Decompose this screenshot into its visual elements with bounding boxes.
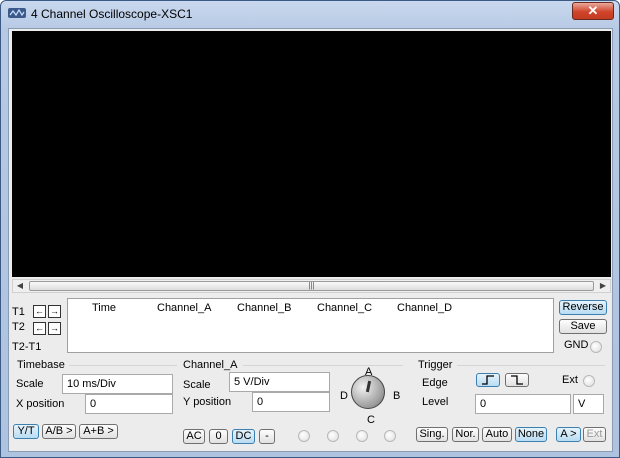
coupling-zero-button[interactable]: 0 (209, 429, 228, 444)
falling-edge-icon (511, 375, 523, 385)
scroll-right-icon[interactable]: ▶ (596, 280, 610, 292)
horizontal-scrollbar[interactable]: ◀ ||| ▶ (12, 279, 611, 293)
knob-label-d: D (340, 390, 348, 402)
y-position-label: Y position (183, 396, 232, 408)
readout-column-channel-b: Channel_B (237, 302, 292, 314)
scrollbar-thumb[interactable]: ||| (29, 281, 594, 291)
trigger-normal-button[interactable]: Nor. (452, 427, 479, 442)
x-position-field[interactable]: 0 (85, 394, 173, 414)
readout-column-channel-c: Channel_C (317, 302, 373, 314)
measurement-readout: Time Channel_A Channel_B Channel_C Chann… (67, 298, 554, 353)
rising-edge-button[interactable] (476, 373, 500, 387)
oscilloscope-window: 4 Channel Oscilloscope-XSC1 ✕ ◀ ||| ▶ T1… (0, 0, 620, 458)
trigger-level-field[interactable]: 0 (475, 394, 571, 414)
ext-edge-radio[interactable] (583, 375, 595, 387)
edge-label: Edge (422, 377, 448, 389)
trigger-title: Trigger (418, 359, 453, 371)
timebase-divider (69, 365, 177, 366)
timebase-title: Timebase (17, 359, 65, 371)
coupling-dc-button[interactable]: DC (232, 429, 255, 444)
readout-column-channel-d: Channel_D (397, 302, 453, 314)
t1-label: T1 (12, 306, 25, 318)
channel-option-radio-3[interactable] (356, 430, 368, 442)
oscilloscope-app-icon (8, 8, 26, 18)
ext-label: Ext (562, 374, 578, 386)
timebase-scale-field[interactable]: 10 ms/Div (62, 374, 173, 394)
timebase-scale-label: Scale (16, 378, 44, 390)
coupling-invert-button[interactable]: - (259, 429, 275, 444)
channel-option-radio-4[interactable] (384, 430, 396, 442)
trigger-single-button[interactable]: Sing. (416, 427, 448, 442)
falling-edge-button[interactable] (505, 373, 529, 387)
x-position-label: X position (16, 398, 65, 410)
t2-right-arrow-icon[interactable]: → (48, 322, 61, 335)
channel-scale-label: Scale (183, 379, 211, 391)
title-bar[interactable]: 4 Channel Oscilloscope-XSC1 ✕ (1, 1, 619, 27)
knob-label-b: B (393, 390, 401, 402)
yt-mode-button[interactable]: Y/T (13, 424, 39, 439)
knob-label-c: C (367, 414, 375, 426)
gnd-label: GND (564, 339, 589, 351)
trigger-auto-button[interactable]: Auto (482, 427, 512, 442)
scroll-left-icon[interactable]: ◀ (13, 280, 27, 292)
level-label: Level (422, 396, 449, 408)
a-plus-b-mode-button[interactable]: A+B > (79, 424, 118, 439)
window-title: 4 Channel Oscilloscope-XSC1 (31, 7, 193, 21)
channel-option-radio-2[interactable] (327, 430, 339, 442)
channel-scale-field[interactable]: 5 V/Div (229, 372, 330, 392)
trigger-none-button[interactable]: None (515, 427, 547, 442)
channel-divider (243, 365, 403, 366)
reverse-button[interactable]: Reverse (559, 300, 607, 315)
coupling-ac-button[interactable]: AC (183, 429, 205, 444)
t2-t1-label: T2-T1 (12, 341, 42, 353)
readout-column-channel-a: Channel_A (157, 302, 212, 314)
trigger-divider (457, 365, 605, 366)
close-button[interactable]: ✕ (572, 2, 614, 20)
client-area: ◀ ||| ▶ T1 ← → T2 ← → T2-T1 Time Channel… (8, 28, 613, 452)
knob-indicator (365, 380, 372, 393)
trigger-level-unit[interactable]: V (573, 394, 604, 414)
channel-selector-knob[interactable] (351, 375, 385, 409)
t1-right-arrow-icon[interactable]: → (48, 305, 61, 318)
oscilloscope-screen[interactable] (12, 31, 611, 277)
gnd-radio[interactable] (590, 341, 602, 353)
trigger-source-ext-button[interactable]: Ext (583, 427, 606, 442)
t2-left-arrow-icon[interactable]: ← (33, 322, 46, 335)
trigger-source-a-button[interactable]: A > (556, 427, 581, 442)
save-button[interactable]: Save (559, 319, 607, 334)
rising-edge-icon (482, 375, 494, 385)
channel-option-radio-1[interactable] (298, 430, 310, 442)
t2-label: T2 (12, 321, 25, 333)
channel-title: Channel_A (183, 359, 238, 371)
readout-column-time: Time (92, 302, 117, 314)
y-position-field[interactable]: 0 (252, 392, 330, 412)
t1-left-arrow-icon[interactable]: ← (33, 305, 46, 318)
ab-mode-button[interactable]: A/B > (42, 424, 76, 439)
